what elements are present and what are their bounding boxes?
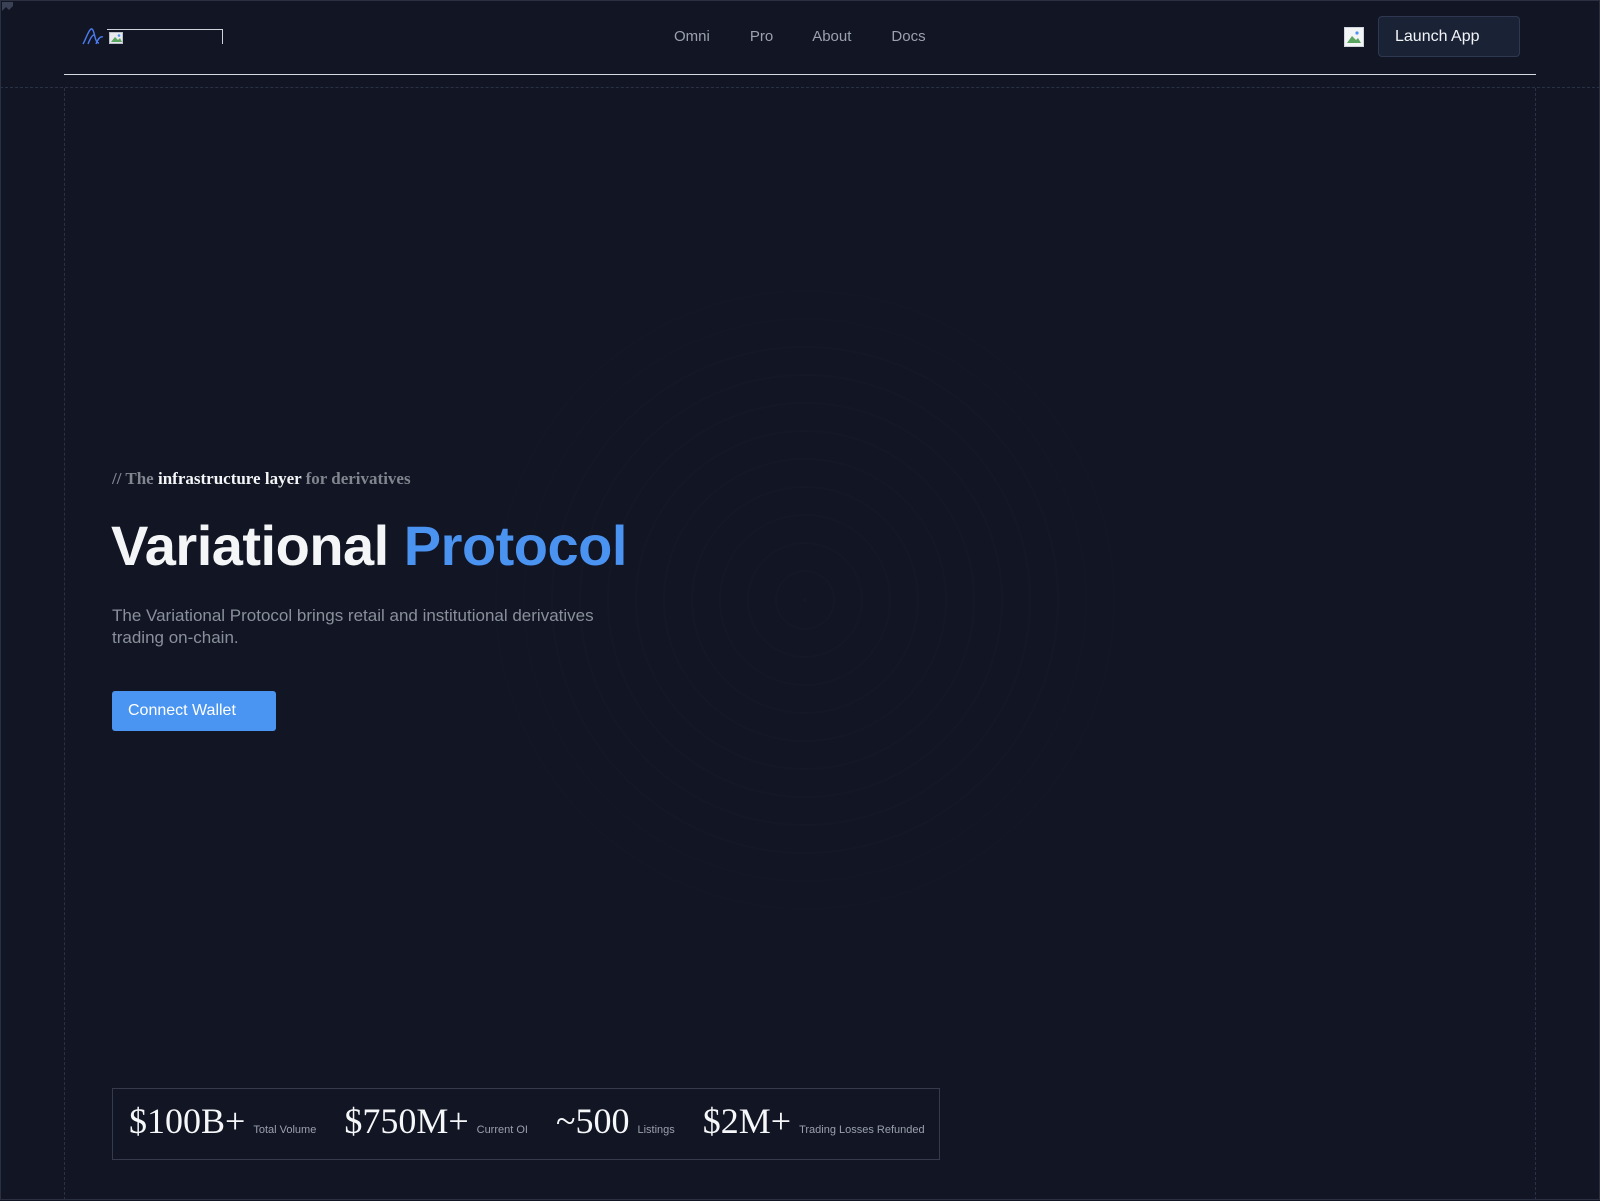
nav-docs[interactable]: Docs [891, 28, 925, 46]
stat-value: ~500 [555, 1101, 630, 1141]
main-nav: Omni Pro About Docs [674, 28, 926, 46]
stat-label: Trading Losses Refunded [799, 1124, 925, 1136]
variational-logo-icon[interactable] [82, 27, 104, 45]
title-main: Variational [111, 514, 404, 577]
broken-image-icon [2, 2, 13, 11]
stat-label: Current OI [476, 1124, 528, 1136]
nav-omni[interactable]: Omni [674, 28, 710, 46]
eyebrow-prefix: // The [112, 469, 158, 488]
stat-label: Total Volume [253, 1124, 317, 1136]
stat-current-oi: $750M+ Current OI [344, 1103, 528, 1139]
stat-losses-refunded: $2M+ Trading Losses Refunded [703, 1103, 925, 1139]
stat-total-volume: $100B+ Total Volume [129, 1103, 316, 1139]
broken-image-icon [109, 32, 123, 44]
logo-wordmark[interactable] [107, 29, 223, 44]
stat-value: $100B+ [129, 1101, 246, 1141]
stat-value: $2M+ [702, 1101, 792, 1141]
site-header: Omni Pro About Docs Launch App [64, 0, 1536, 75]
stats-bar: $100B+ Total Volume $750M+ Current OI ~5… [112, 1088, 940, 1160]
eyebrow-suffix: for derivatives [301, 469, 411, 488]
eyebrow-strong: infrastructure layer [157, 469, 302, 488]
hero-eyebrow: // The infrastructure layer for derivati… [112, 469, 411, 489]
header-image-icon[interactable] [1344, 27, 1364, 47]
nav-about[interactable]: About [812, 28, 851, 46]
hero-subtitle: The Variational Protocol brings retail a… [112, 606, 594, 647]
stat-label: Listings [637, 1124, 675, 1136]
title-accent: Protocol [403, 514, 628, 577]
launch-app-button[interactable]: Launch App [1378, 16, 1520, 57]
page-guide-right [1535, 88, 1536, 1200]
broken-image-icon [1347, 31, 1361, 43]
page-guide-left [64, 88, 65, 1200]
nav-pro[interactable]: Pro [750, 28, 773, 46]
hero-title: Variational Protocol [111, 514, 627, 578]
stat-value: $750M+ [344, 1101, 469, 1141]
connect-wallet-button[interactable]: Connect Wallet [112, 691, 276, 731]
stat-listings: ~500 Listings [556, 1103, 675, 1139]
